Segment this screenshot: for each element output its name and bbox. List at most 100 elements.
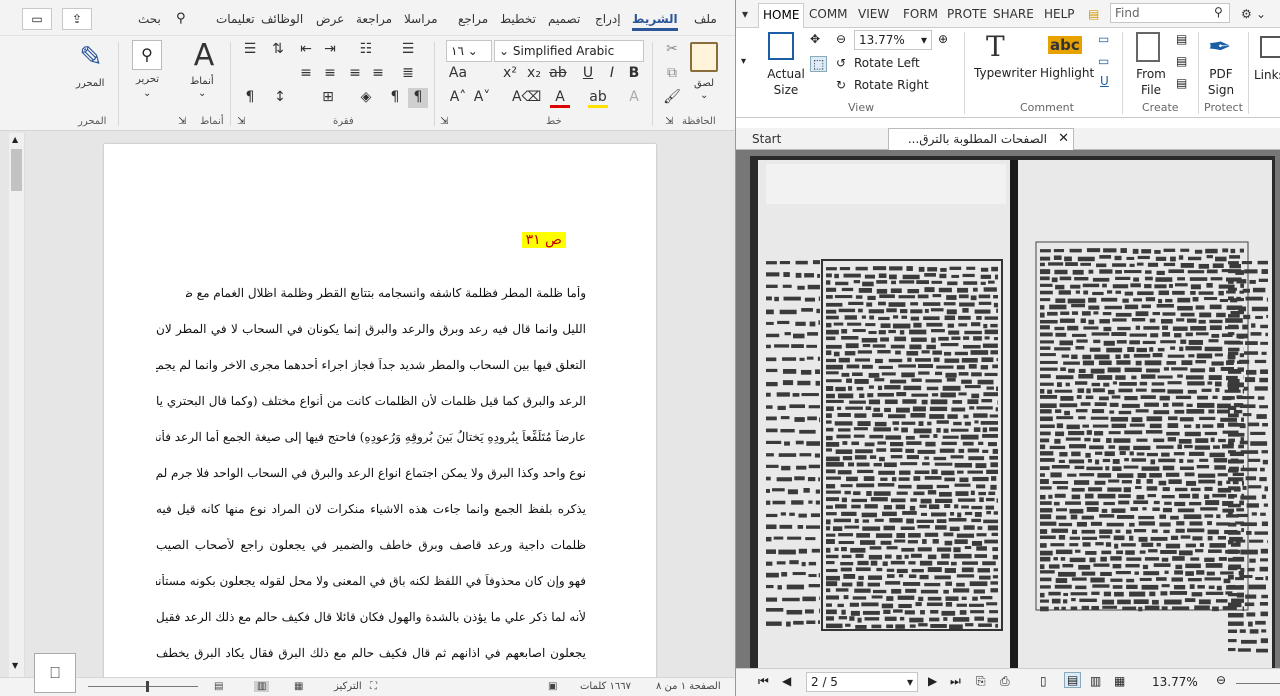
next-page-icon[interactable]: ▶ — [928, 674, 937, 688]
pdf-sign-icon[interactable]: ✒ — [1208, 30, 1231, 63]
align-left-icon[interactable]: ≡ — [368, 64, 388, 84]
borders-icon[interactable]: ⊞ — [318, 88, 338, 108]
start-tab[interactable]: Start — [752, 132, 781, 146]
underline-icon[interactable]: U — [578, 64, 598, 84]
styles-icon[interactable]: A — [186, 38, 222, 74]
paste-icon[interactable] — [690, 42, 718, 72]
links-button[interactable]: Links — [1254, 68, 1280, 82]
search-icon[interactable]: ⚲ — [1214, 5, 1223, 19]
from-file-icon[interactable] — [1136, 32, 1160, 62]
typewriter-button[interactable]: Typewriter — [974, 66, 1037, 80]
pdf-viewport[interactable] — [736, 150, 1280, 668]
tab-references[interactable]: مراجع — [458, 12, 488, 26]
shading-icon[interactable]: ◈ — [356, 88, 376, 108]
grow-font-icon[interactable]: A˄ — [448, 88, 468, 108]
format-painter-icon[interactable]: 🖌 — [662, 88, 682, 108]
rotate-left-icon[interactable]: ↺ — [836, 56, 846, 70]
ltr-icon[interactable]: ¶ — [385, 88, 405, 108]
chevron-down-icon[interactable]: ⌄ — [1256, 7, 1266, 21]
zoom-slider-thumb[interactable] — [146, 681, 149, 692]
chevron-down-icon[interactable]: ⌄ — [700, 90, 708, 101]
sort-icon[interactable]: ⇅ — [268, 40, 288, 60]
zoom-in-icon[interactable]: ⊕ — [938, 32, 948, 46]
chevron-down-icon[interactable]: ⌄ — [143, 88, 151, 99]
distributed-icon[interactable]: ≣ — [398, 64, 418, 84]
actual-size-button[interactable]: Actual Size — [766, 66, 806, 98]
editor-button-label[interactable]: المحرر — [76, 78, 104, 89]
read-mode-icon[interactable]: ▦ — [294, 681, 303, 692]
proofing-icon[interactable]: ▣ — [548, 681, 557, 692]
rtl-icon[interactable]: ¶ — [408, 88, 428, 108]
share-icon[interactable]: ⇪ — [62, 8, 92, 30]
tab-home[interactable]: الشريط — [632, 12, 678, 31]
tab-review[interactable]: مراجعة — [356, 12, 392, 26]
font-name-box[interactable]: ⌄ Simplified Arabic — [494, 40, 644, 62]
status-zoom[interactable]: 13.77% — [1152, 675, 1198, 689]
pdf-sign-button[interactable]: PDF Sign — [1206, 66, 1236, 98]
actual-size-icon[interactable] — [768, 32, 794, 60]
document-tab[interactable]: الصفحات المطلوبة بالترق... ✕ — [888, 128, 1074, 150]
continuous-icon[interactable]: ▤ — [1064, 672, 1082, 688]
editing-button-label[interactable]: تحرير — [136, 74, 159, 85]
zoom-out-icon[interactable]: ⊖ — [1216, 673, 1226, 687]
menu-arrow-icon[interactable]: ▾ — [742, 7, 748, 21]
create-icon[interactable]: ▤ — [1176, 32, 1187, 46]
page-nav-box[interactable]: 2 / 5 ▾ — [806, 672, 918, 692]
zoom-slider[interactable] — [1236, 683, 1280, 684]
tab-insert[interactable]: إدراج — [595, 12, 621, 26]
comment-icon[interactable]: ▭ — [22, 8, 52, 30]
from-file-button[interactable]: From File — [1134, 66, 1168, 98]
focus-icon[interactable]: ⛶ — [370, 681, 377, 692]
chevron-down-icon[interactable]: ⌄ — [198, 88, 206, 99]
tab-protect[interactable]: PROTE — [947, 7, 987, 21]
folder-icon[interactable]: ▤ — [1088, 7, 1099, 21]
decrease-indent-icon[interactable]: ⇤ — [296, 40, 316, 60]
close-icon[interactable]: ✕ — [1058, 131, 1069, 146]
tab-view[interactable]: VIEW — [858, 7, 889, 21]
scroll-up-icon[interactable]: ▲ — [12, 135, 18, 144]
search-icon[interactable]: ⚲ — [176, 11, 186, 26]
cut-icon[interactable]: ✂ — [662, 40, 682, 60]
line-spacing-icon[interactable]: ↕ — [270, 88, 290, 108]
highlight-button[interactable]: Highlight — [1040, 66, 1094, 80]
font-launcher-icon[interactable]: ⇲ — [440, 116, 448, 127]
tab-search[interactable]: بحث — [138, 12, 161, 26]
shrink-font-icon[interactable]: A˅ — [472, 88, 492, 108]
align-center-icon[interactable]: ≡ — [345, 64, 365, 84]
tab-addins[interactable]: الوظائف — [261, 12, 303, 26]
align-right-icon[interactable]: ≡ — [320, 64, 340, 84]
web-layout-icon[interactable]: ▤ — [214, 681, 223, 692]
typewriter-icon[interactable]: T — [986, 30, 1005, 63]
previous-page-icon[interactable]: ◀ — [782, 674, 791, 688]
change-case-icon[interactable]: Aa — [448, 64, 468, 84]
scroll-down-icon[interactable]: ▼ — [12, 661, 18, 670]
tab-home[interactable]: HOME — [758, 3, 805, 29]
find-icon[interactable]: ⚲ — [132, 40, 162, 70]
tab-design[interactable]: تصميم — [548, 12, 580, 26]
superscript-icon[interactable]: x² — [500, 64, 520, 84]
export-icon[interactable]: ⎘ — [976, 674, 986, 689]
single-page-icon[interactable]: ▯ — [1040, 674, 1047, 688]
increase-indent-icon[interactable]: ⇥ — [320, 40, 340, 60]
pilcrow-icon[interactable]: ¶ — [240, 88, 260, 108]
paragraph-launcher-icon[interactable]: ⇲ — [237, 116, 245, 127]
zoom-box[interactable]: 13.77% ▾ — [854, 30, 932, 50]
vertical-scrollbar[interactable]: ▲ ▼ — [9, 133, 25, 677]
font-size-box[interactable]: ١٦ ⌄ — [446, 40, 492, 62]
bold-icon[interactable]: B — [624, 64, 644, 84]
rotate-right-icon[interactable]: ↻ — [836, 78, 846, 92]
rotate-left-button[interactable]: Rotate Left — [854, 56, 920, 70]
clipboard-launcher-icon[interactable]: ⇲ — [665, 116, 673, 127]
gear-icon[interactable]: ⚙ — [1241, 7, 1252, 21]
subscript-icon[interactable]: x₂ — [524, 64, 544, 84]
cover-icon[interactable]: ▦ — [1114, 674, 1125, 688]
print-layout-icon[interactable]: ▥ — [254, 681, 270, 692]
numbering-icon[interactable]: ☷ — [356, 40, 376, 60]
scrollbar-thumb[interactable] — [11, 149, 22, 191]
highlight-icon[interactable]: abc — [1048, 36, 1082, 54]
tab-mailings[interactable]: مراسلا — [404, 12, 438, 26]
tab-share[interactable]: SHARE — [993, 7, 1034, 21]
clear-format-icon[interactable]: A⌫ — [512, 88, 541, 108]
highlight-color-icon[interactable]: ab — [588, 88, 608, 108]
rotate-right-button[interactable]: Rotate Right — [854, 78, 929, 92]
